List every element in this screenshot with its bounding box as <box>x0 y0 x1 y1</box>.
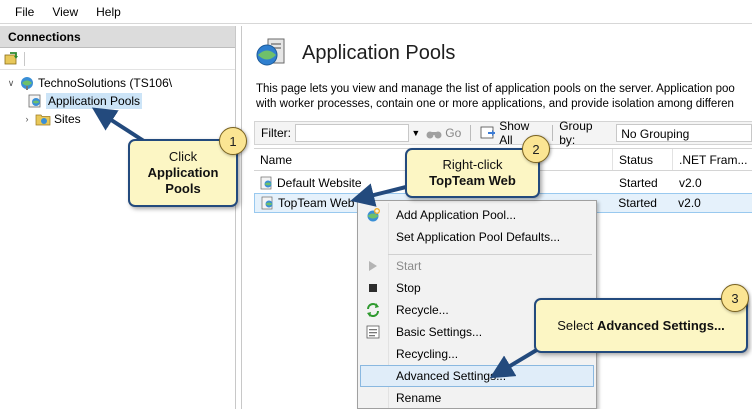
callout-text-bold: TopTeam Web <box>429 173 516 188</box>
callout-step-2: Right-click TopTeam Web <box>405 148 540 198</box>
step-badge-1: 1 <box>219 127 247 155</box>
arrow-to-topteam-web <box>350 183 411 207</box>
callout-step-3: Select Advanced Settings... <box>534 298 748 353</box>
callout-text: Select <box>557 317 597 333</box>
step-badge-3: 3 <box>721 284 749 312</box>
callout-text: Click <box>168 149 198 164</box>
callout-text-bold: Pools <box>165 181 201 196</box>
step-badge-2: 2 <box>522 135 550 163</box>
callout-text: Right-click <box>442 157 503 172</box>
callout-text-bold: Advanced Settings... <box>596 317 725 333</box>
callout-text-bold: Application <box>147 165 219 180</box>
